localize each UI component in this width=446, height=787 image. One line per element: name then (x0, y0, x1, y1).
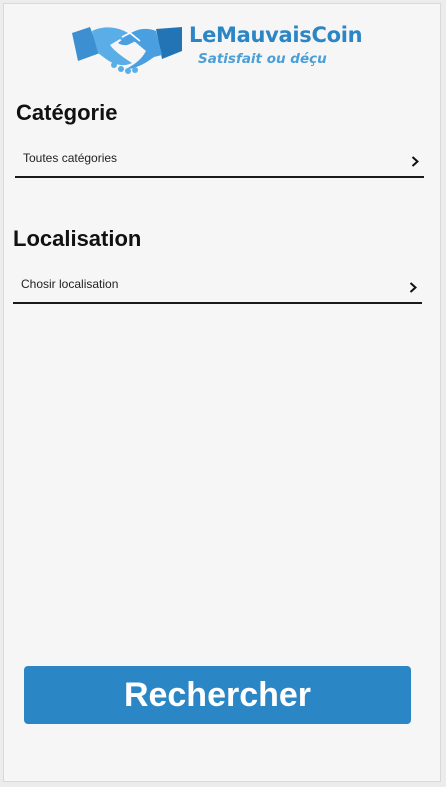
search-button[interactable]: Rechercher (24, 666, 411, 724)
search-screen: LeMauvaisCoin Satisfait ou déçu Catégori… (3, 3, 441, 782)
category-picker[interactable]: Toutes catégories (15, 146, 424, 178)
location-picker[interactable]: Chosir localisation (13, 272, 422, 304)
brand-name: LeMauvaisCoin (189, 23, 363, 47)
app-logo: LeMauvaisCoin Satisfait ou déçu (70, 19, 363, 79)
category-value: Toutes catégories (23, 151, 118, 165)
location-title: Localisation (13, 226, 142, 251)
category-title: Catégorie (16, 100, 118, 125)
chevron-right-icon (409, 282, 417, 293)
brand-tagline: Satisfait ou déçu (198, 51, 327, 67)
handshake-icon (72, 27, 182, 74)
location-value: Chosir localisation (21, 277, 119, 291)
chevron-right-icon (411, 156, 419, 167)
